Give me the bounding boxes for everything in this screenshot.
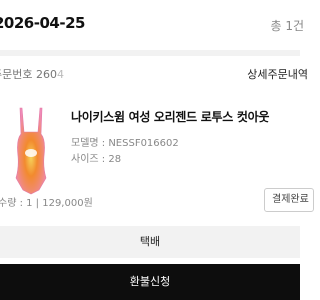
order-header: 2026-04-25 총 1건 — [0, 0, 304, 50]
shipping-button[interactable]: 택배 — [0, 226, 300, 258]
payment-status-button[interactable]: 결제완료 — [264, 188, 314, 212]
order-number-text: 주문번호 260 — [0, 68, 57, 81]
refund-request-button[interactable]: 환불신청 — [0, 264, 300, 300]
swimsuit-image[interactable] — [0, 98, 62, 206]
product-model: 모델명 : NESSF016602 — [71, 138, 179, 149]
product-qty-price: 수량 : 1 | 129,000원 — [0, 198, 93, 209]
order-date: 2026-04-25 — [0, 14, 85, 32]
order-number-masked: 4 — [56, 68, 64, 81]
total-count: 총 1건 — [270, 19, 304, 33]
product-size: 사이즈 : 28 — [71, 154, 122, 165]
order-detail-link[interactable]: 상세주문내역 — [247, 66, 308, 82]
product-title[interactable]: 나이키스윔 여성 오리젠드 로투스 컷아웃 — [71, 108, 269, 125]
order-number: 주문번호 2604 — [0, 66, 64, 82]
section-divider — [0, 50, 300, 56]
